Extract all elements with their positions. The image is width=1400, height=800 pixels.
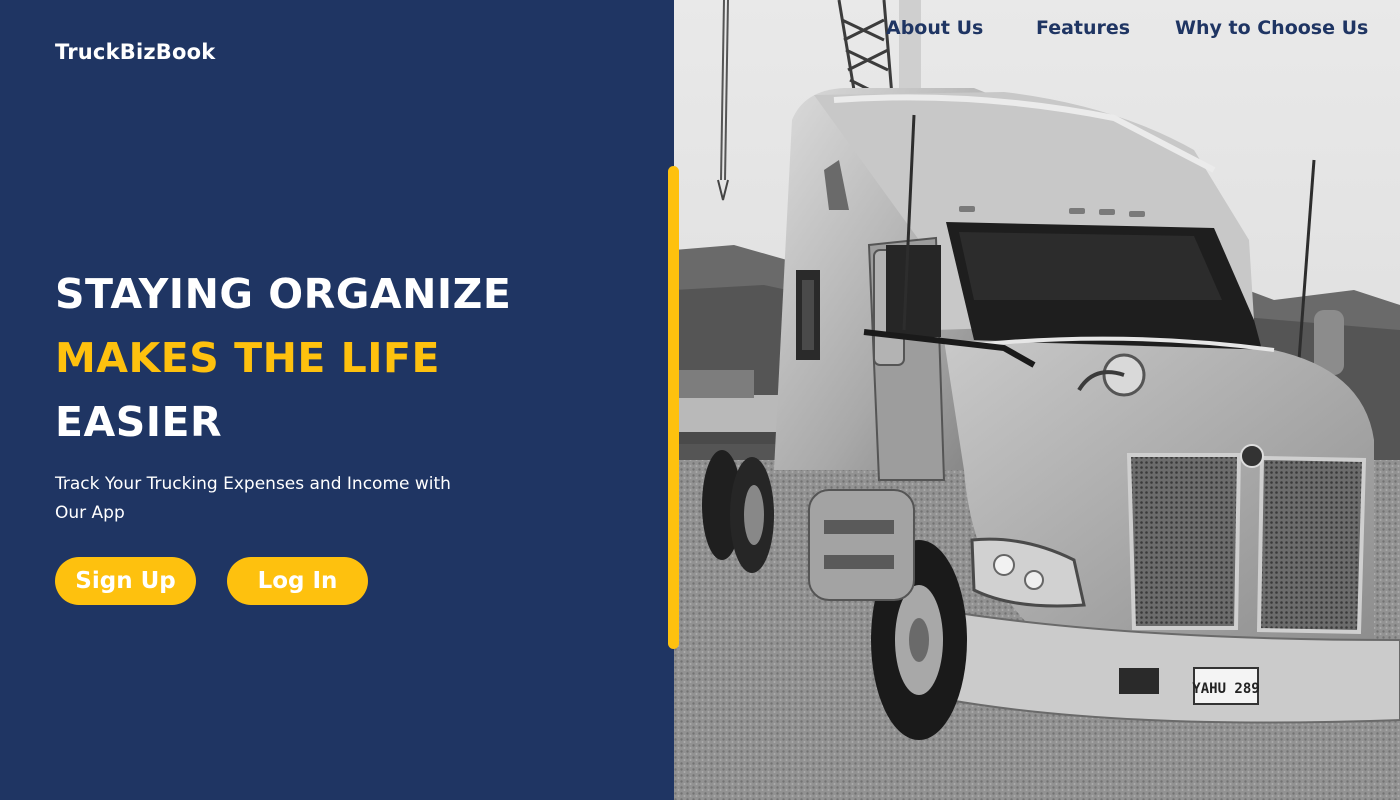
headline-line-2: MAKES THE LIFE bbox=[55, 334, 441, 382]
hero-panel: TruckBizBook STAYING ORGANIZE MAKES THE … bbox=[0, 0, 674, 800]
hero-headline: STAYING ORGANIZE MAKES THE LIFE EASIER bbox=[55, 262, 511, 454]
truck-photo: YAHU 289 bbox=[674, 0, 1400, 800]
hero-subtitle: Track Your Trucking Expenses and Income … bbox=[55, 474, 451, 523]
brand-logo[interactable]: TruckBizBook bbox=[55, 40, 215, 64]
nav-why-choose-us-link[interactable]: Why to Choose Us bbox=[1175, 17, 1368, 39]
headline-line-1: STAYING ORGANIZE bbox=[55, 270, 512, 318]
log-in-button[interactable]: Log In bbox=[227, 557, 368, 605]
nav-features-link[interactable]: Features bbox=[1036, 17, 1130, 39]
headline-line-3: EASIER bbox=[55, 398, 223, 446]
license-plate-text: YAHU 289 bbox=[1192, 681, 1259, 697]
truck-illustration: YAHU 289 bbox=[674, 0, 1400, 800]
accent-divider bbox=[668, 166, 679, 649]
sign-up-button[interactable]: Sign Up bbox=[55, 557, 196, 605]
nav-about-us-link[interactable]: About Us bbox=[886, 17, 983, 39]
